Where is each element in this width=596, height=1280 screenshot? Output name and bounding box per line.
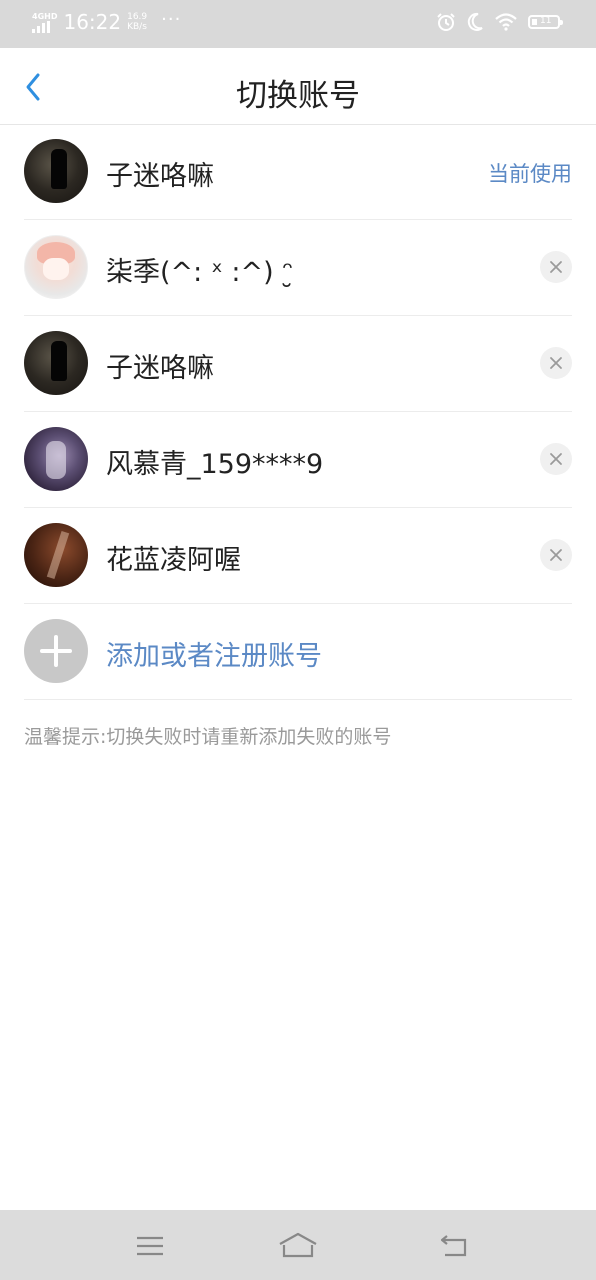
- speed-value: 16.9: [127, 12, 148, 22]
- home-button[interactable]: [278, 1230, 318, 1262]
- account-row[interactable]: 柒季(^: ˣ :^) ᵔ̮: [24, 220, 572, 316]
- account-row[interactable]: 风慕青_159****9: [24, 412, 572, 508]
- add-account-row[interactable]: 添加或者注册账号: [24, 604, 572, 700]
- page-title: 切换账号: [236, 78, 360, 114]
- status-right: 11: [436, 12, 563, 32]
- remove-account-button[interactable]: [540, 539, 572, 571]
- avatar: [24, 235, 88, 299]
- account-name: 风慕青_159****9: [106, 449, 324, 480]
- battery-level: 11: [540, 16, 552, 26]
- hint-text: 温馨提示:切换失败时请重新添加失败的账号: [24, 726, 392, 748]
- status-bar: 4GHD 16:22 16.9 KB/s ··· 11: [0, 0, 596, 48]
- battery-icon: 11: [528, 15, 563, 29]
- back-nav-button[interactable]: [434, 1230, 474, 1262]
- remove-account-button[interactable]: [540, 251, 572, 283]
- plus-icon: [24, 619, 88, 683]
- avatar: [24, 523, 88, 587]
- app-header: 切换账号: [0, 48, 596, 125]
- account-name: 花蓝凌阿喔: [106, 545, 241, 576]
- close-icon: [550, 453, 562, 465]
- remove-account-button[interactable]: [540, 443, 572, 475]
- network-type: 4GHD: [32, 11, 58, 21]
- menu-button[interactable]: [130, 1230, 170, 1262]
- alarm-icon: [437, 13, 455, 31]
- status-left: 4GHD 16:22 16.9 KB/s ···: [32, 8, 182, 34]
- close-icon: [550, 549, 562, 561]
- avatar: [24, 139, 88, 203]
- home-icon: [279, 1232, 317, 1258]
- account-row[interactable]: 花蓝凌阿喔: [24, 508, 572, 604]
- avatar: [24, 331, 88, 395]
- close-icon: [550, 261, 562, 273]
- network-speed: 16.9 KB/s: [127, 12, 147, 32]
- wifi-icon: [495, 13, 517, 31]
- avatar: [24, 427, 88, 491]
- system-nav-bar: [0, 1210, 596, 1280]
- speed-unit: KB/s: [127, 22, 147, 32]
- remove-account-button[interactable]: [540, 347, 572, 379]
- close-icon: [550, 357, 562, 369]
- signal-icon: 4GHD: [32, 12, 57, 33]
- more-notifications-icon: ···: [161, 8, 182, 30]
- back-arrow-icon: [440, 1235, 467, 1257]
- add-account-label: 添加或者注册账号: [106, 641, 322, 672]
- account-name: 子迷咯嘛: [106, 353, 214, 384]
- account-row[interactable]: 子迷咯嘛 当前使用: [24, 124, 572, 220]
- clock-time: 16:22: [63, 10, 122, 34]
- account-name: 子迷咯嘛: [106, 161, 214, 192]
- account-row[interactable]: 子迷咯嘛: [24, 316, 572, 412]
- account-list: 子迷咯嘛 当前使用 柒季(^: ˣ :^) ᵔ̮ 子迷咯嘛 风慕青_159***…: [24, 124, 572, 700]
- account-name: 柒季(^: ˣ :^) ᵔ̮: [106, 257, 294, 288]
- menu-icon: [137, 1236, 163, 1256]
- current-account-badge: 当前使用: [488, 162, 572, 186]
- moon-icon: [467, 12, 483, 31]
